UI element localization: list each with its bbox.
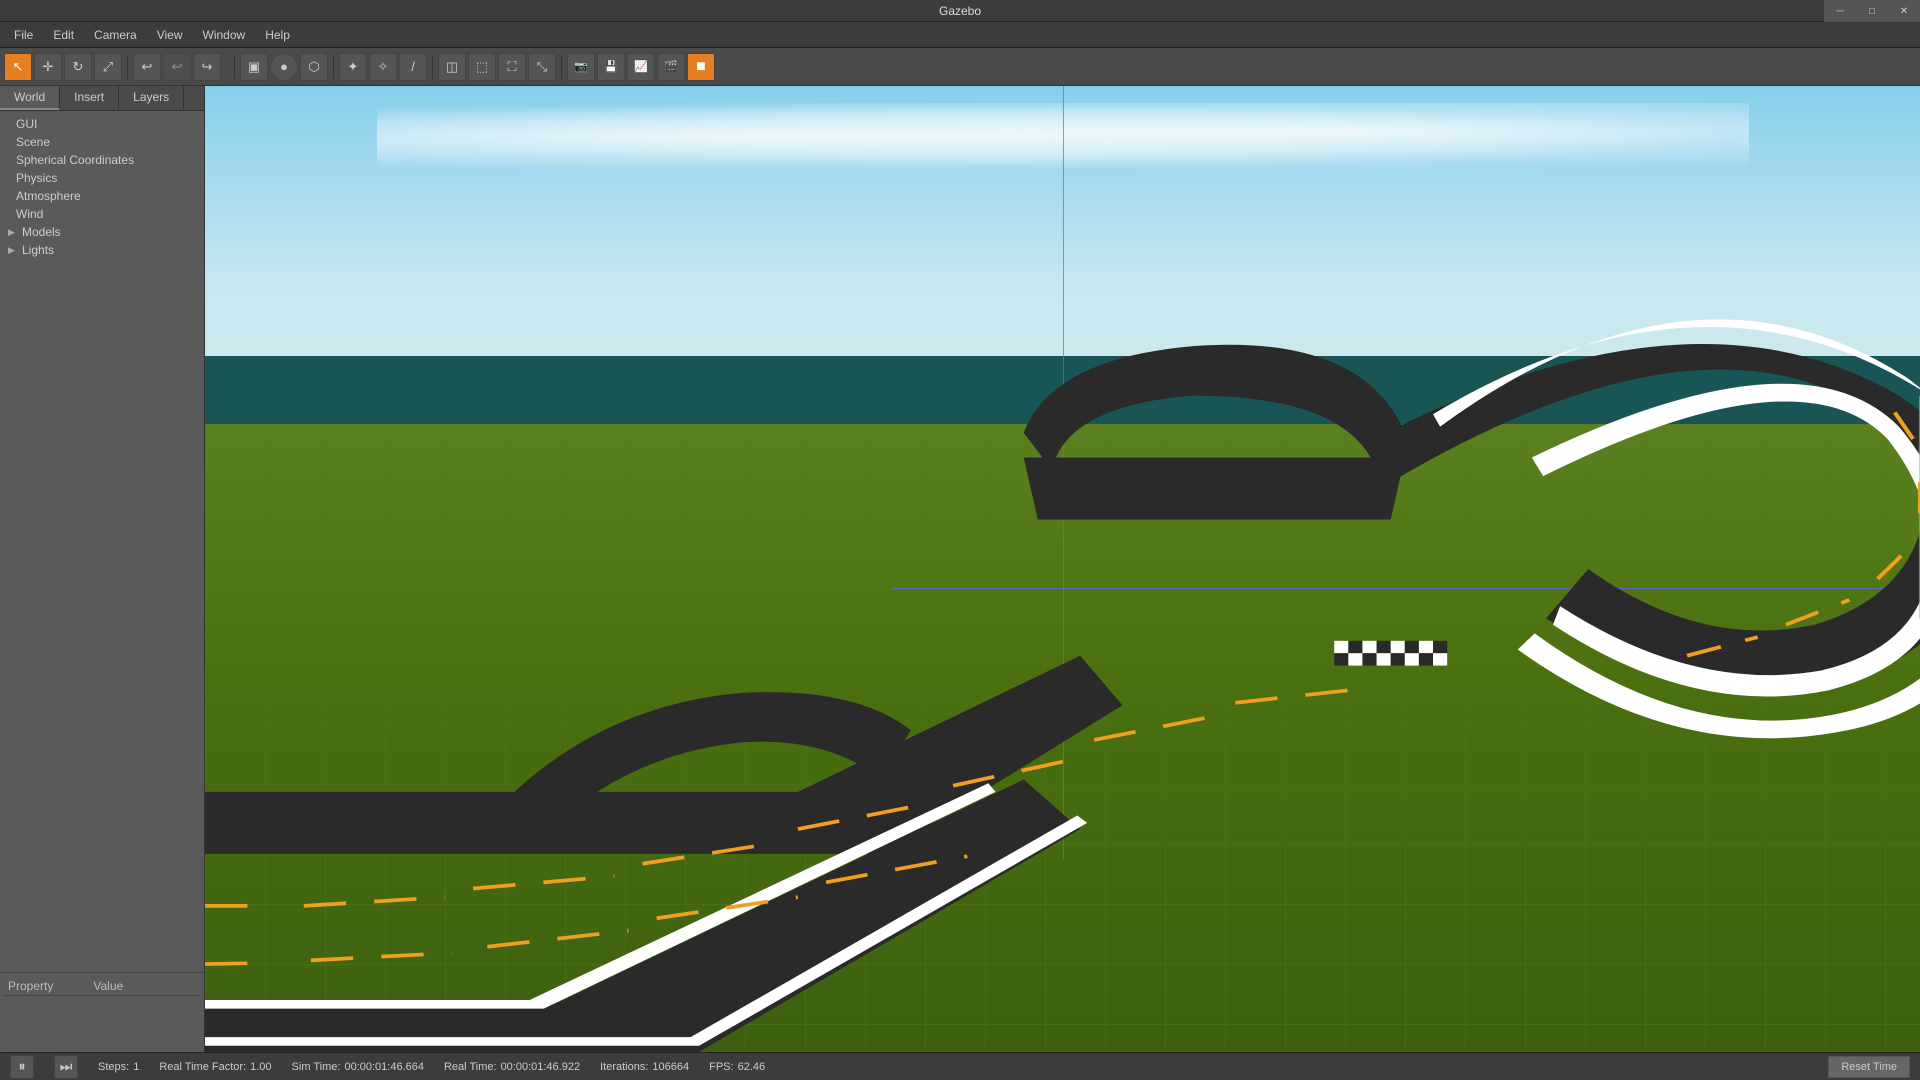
menu-camera[interactable]: Camera: [84, 26, 147, 44]
steps-label: Steps:: [98, 1061, 129, 1073]
rtf-item: Real Time Factor: 1.00: [159, 1061, 271, 1073]
steps-item: Steps: 1: [98, 1061, 139, 1073]
sun-light-button[interactable]: ✦: [339, 53, 367, 81]
video-button[interactable]: 🎬: [657, 53, 685, 81]
minimize-button[interactable]: ─: [1824, 0, 1856, 22]
menu-window[interactable]: Window: [193, 26, 256, 44]
tree-item-lights-label: Lights: [22, 243, 54, 257]
app-title: Gazebo: [939, 4, 981, 18]
tree-item-atmosphere[interactable]: Atmosphere: [0, 187, 204, 205]
fps-value: 62.46: [738, 1061, 766, 1073]
toolbar: ↖ ✛ ↻ ⤢ ↩ ↩ ↪ ▣ ● ⬡ ✦ ✧ / ◫ ⬚ ⛶ ⤡ 📷 💾 📈 …: [0, 48, 1920, 86]
sep5: [561, 55, 562, 79]
real-time-item: Real Time: 00:00:01:46.922: [444, 1061, 580, 1073]
main-layout: World Insert Layers GUI Scene Spherical …: [0, 86, 1920, 1052]
skip-button[interactable]: ⏭: [54, 1055, 78, 1079]
restore-button[interactable]: □: [1856, 0, 1888, 22]
select-tool-button[interactable]: ↖: [4, 53, 32, 81]
tool-a-button[interactable]: ◫: [438, 53, 466, 81]
reset-time-button[interactable]: Reset Time: [1828, 1056, 1910, 1078]
dir-light-button[interactable]: /: [399, 53, 427, 81]
menu-help[interactable]: Help: [255, 26, 300, 44]
tree-item-physics[interactable]: Physics: [0, 169, 204, 187]
track-svg: [205, 86, 1920, 1052]
tab-insert[interactable]: Insert: [60, 86, 119, 110]
viewport-scene: [205, 86, 1920, 1052]
sim-time-label: Sim Time:: [292, 1061, 341, 1073]
fps-item: FPS: 62.46: [709, 1061, 765, 1073]
close-button[interactable]: ✕: [1888, 0, 1920, 22]
graph-button[interactable]: 📈: [627, 53, 655, 81]
sim-time-item: Sim Time: 00:00:01:46.664: [292, 1061, 424, 1073]
translate-tool-button[interactable]: ✛: [34, 53, 62, 81]
rtf-label: Real Time Factor:: [159, 1061, 246, 1073]
tab-world[interactable]: World: [0, 86, 60, 110]
sep1: [127, 55, 128, 79]
sim-time-value: 00:00:01:46.664: [344, 1061, 424, 1073]
tree-item-scene[interactable]: Scene: [0, 133, 204, 151]
sidebar-tree: GUI Scene Spherical Coordinates Physics …: [0, 111, 204, 972]
properties-header: Property Value: [4, 977, 200, 996]
tree-item-models-label: Models: [22, 225, 61, 239]
menu-view[interactable]: View: [147, 26, 193, 44]
sep4: [432, 55, 433, 79]
tree-item-models[interactable]: ▶ Models: [0, 223, 204, 241]
sidebar: World Insert Layers GUI Scene Spherical …: [0, 86, 205, 1052]
tree-item-spherical-label: Spherical Coordinates: [16, 153, 134, 167]
titlebar-controls: ─ □ ✕: [1824, 0, 1920, 22]
redo-button[interactable]: ↪: [193, 53, 221, 81]
sep3: [333, 55, 334, 79]
real-time-value: 00:00:01:46.922: [501, 1061, 581, 1073]
box-button[interactable]: ▣: [240, 53, 268, 81]
sphere-button[interactable]: ●: [270, 53, 298, 81]
real-time-label: Real Time:: [444, 1061, 497, 1073]
tree-item-lights[interactable]: ▶ Lights: [0, 241, 204, 259]
steps-value: 1: [133, 1061, 139, 1073]
tree-item-atmosphere-label: Atmosphere: [16, 189, 81, 203]
iterations-item: Iterations: 106664: [600, 1061, 689, 1073]
tree-item-gui[interactable]: GUI: [0, 115, 204, 133]
color-active-button[interactable]: ■: [687, 53, 715, 81]
rtf-value: 1.00: [250, 1061, 271, 1073]
tree-item-spherical[interactable]: Spherical Coordinates: [0, 151, 204, 169]
rotate-tool-button[interactable]: ↻: [64, 53, 92, 81]
sidebar-tabs: World Insert Layers: [0, 86, 204, 111]
value-col-label: Value: [93, 979, 123, 993]
tree-item-wind[interactable]: Wind: [0, 205, 204, 223]
save-button[interactable]: 💾: [597, 53, 625, 81]
tool-d-button[interactable]: ⤡: [528, 53, 556, 81]
tree-item-physics-label: Physics: [16, 171, 57, 185]
tab-layers[interactable]: Layers: [119, 86, 184, 110]
statusbar: ⏸ ⏭ Steps: 1 Real Time Factor: 1.00 Sim …: [0, 1052, 1920, 1080]
menu-file[interactable]: File: [4, 26, 43, 44]
models-arrow-icon: ▶: [8, 227, 18, 238]
scale-tool-button[interactable]: ⤢: [94, 53, 122, 81]
menubar: File Edit Camera View Window Help: [0, 22, 1920, 48]
undo2-button[interactable]: ↩: [163, 53, 191, 81]
lights-arrow-icon: ▶: [8, 245, 18, 256]
viewport[interactable]: [205, 86, 1920, 1052]
property-col-label: Property: [8, 979, 53, 993]
tool-c-button[interactable]: ⛶: [498, 53, 526, 81]
menu-edit[interactable]: Edit: [43, 26, 84, 44]
sep2: [234, 55, 235, 79]
tree-item-gui-label: GUI: [16, 117, 37, 131]
screenshot-button[interactable]: 📷: [567, 53, 595, 81]
tool-b-button[interactable]: ⬚: [468, 53, 496, 81]
cylinder-button[interactable]: ⬡: [300, 53, 328, 81]
iterations-value: 106664: [652, 1061, 689, 1073]
spot-light-button[interactable]: ✧: [369, 53, 397, 81]
tree-item-wind-label: Wind: [16, 207, 43, 221]
titlebar: Gazebo ─ □ ✕: [0, 0, 1920, 22]
tree-item-scene-label: Scene: [16, 135, 50, 149]
fps-label: FPS:: [709, 1061, 733, 1073]
pause-button[interactable]: ⏸: [10, 1055, 34, 1079]
iterations-label: Iterations:: [600, 1061, 648, 1073]
undo-button[interactable]: ↩: [133, 53, 161, 81]
sidebar-properties: Property Value: [0, 972, 204, 1052]
